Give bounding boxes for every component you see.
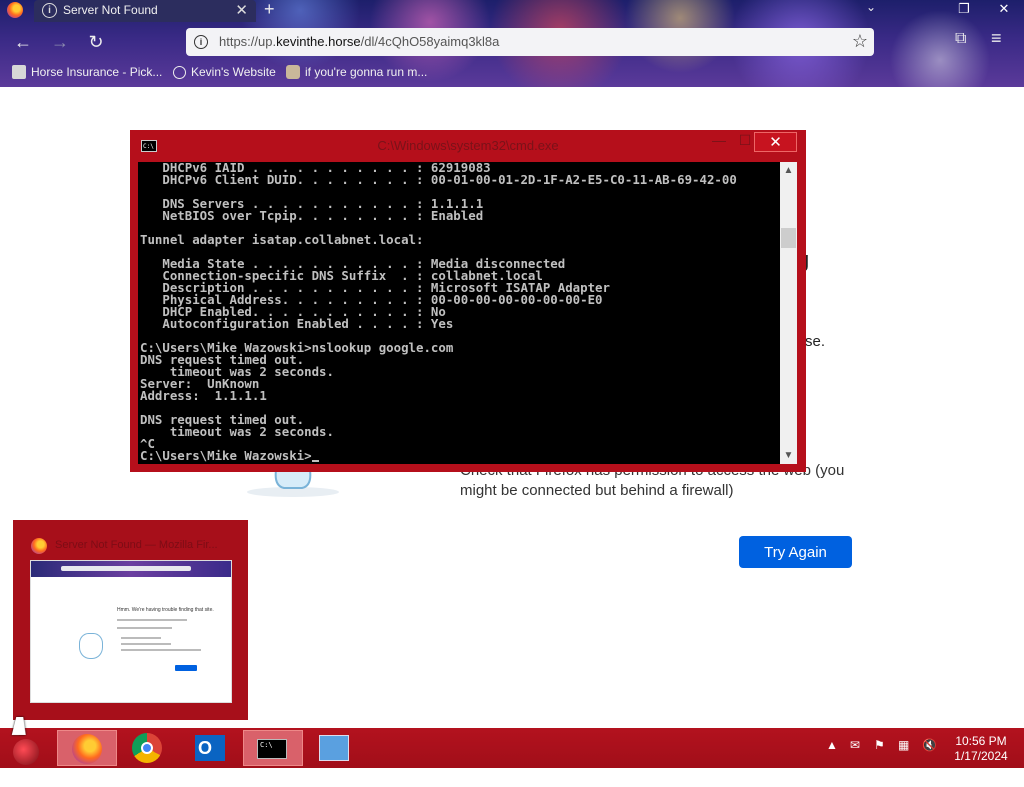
url-text[interactable]: https://up.kevinthe.horse/dl/4cQhO58yaim… — [219, 34, 499, 49]
thumbnail-window-preview[interactable]: Hmm. We're having trouble finding that s… — [30, 560, 232, 703]
cmd-title: C:\Windows\system32\cmd.exe — [377, 138, 559, 153]
navigation-bar: ← → ↻ i https://up.kevinthe.horse/dl/4cQ… — [0, 26, 1024, 60]
error-text-fragment: se. — [805, 333, 826, 350]
taskbar-outlook[interactable]: O✉ — [181, 730, 241, 784]
browser-toolbar: i Server Not Found ✕ + ⌄ ❐ ✕ ← → ↻ i http… — [0, 0, 1024, 87]
window-controls: ❐ ✕ — [904, 0, 1024, 22]
cmd-minimize-button[interactable]: — — [706, 132, 732, 148]
restore-button[interactable]: ❐ — [944, 0, 984, 18]
taskbar-control-panel[interactable] — [305, 730, 365, 766]
cmd-titlebar[interactable]: C:\ C:\Windows\system32\cmd.exe — ☐ ✕ — [130, 130, 806, 162]
bookmark-favicon-icon — [286, 65, 300, 79]
url-path: /dl/4cQhO58yaimq3kl8a — [360, 34, 500, 49]
thumbnail-text-line — [121, 643, 171, 645]
thumbnail-mascot-icon — [79, 633, 103, 659]
show-hidden-icons-icon[interactable]: ▲ — [826, 738, 838, 752]
thumbnail-heading: Hmm. We're having trouble finding that s… — [117, 607, 214, 613]
firefox-logo-icon — [7, 2, 23, 18]
start-button[interactable] — [0, 730, 54, 766]
scroll-thumb[interactable] — [781, 228, 796, 248]
reload-button[interactable]: ↻ — [85, 32, 107, 53]
tab-close-icon[interactable]: ✕ — [235, 1, 248, 19]
network-icon[interactable]: ▦ — [898, 738, 909, 752]
site-info-icon[interactable]: i — [194, 35, 208, 49]
try-again-button[interactable]: Try Again — [739, 536, 852, 568]
bookmarks-toolbar: Horse Insurance - Pick... Kevin's Websit… — [0, 62, 1024, 84]
cmd-close-button[interactable]: ✕ — [754, 132, 797, 152]
thumbnail-text-line — [117, 619, 187, 621]
control-panel-icon — [319, 735, 349, 761]
bookmark-gonna-run[interactable]: if you're gonna run m... — [286, 65, 427, 79]
start-orb-icon — [13, 739, 39, 765]
tab-bar: i Server Not Found ✕ + ⌄ ❐ ✕ — [0, 0, 1024, 22]
tab-server-not-found[interactable]: i Server Not Found ✕ — [34, 0, 256, 22]
window-close-button[interactable]: ✕ — [984, 0, 1024, 18]
tab-title: Server Not Found — [63, 3, 158, 17]
hamburger-menu-icon[interactable]: ≡ — [991, 28, 1002, 49]
globe-icon — [173, 66, 186, 79]
thumbnail-text-line — [121, 649, 201, 651]
taskbar-thumbnail-preview[interactable]: Server Not Found — Mozilla Fir... Hmm. W… — [13, 520, 248, 720]
taskbar-firefox[interactable] — [57, 730, 117, 766]
taskbar: O✉ C:\ ▲ ✉ ⚑ ▦ 🔇 10:56 PM 1/17/2024 — [0, 728, 1024, 784]
thumbnail-title: Server Not Found — Mozilla Fir... — [55, 539, 218, 551]
thumbnail-try-again — [175, 665, 197, 671]
url-host: kevinthe.horse — [276, 34, 361, 49]
thumbnail-text-line — [117, 627, 172, 629]
firefox-icon — [72, 734, 102, 764]
bookmark-kevins-website[interactable]: Kevin's Website — [173, 65, 276, 79]
new-tab-button[interactable]: + — [264, 0, 275, 20]
clock-date: 1/17/2024 — [954, 749, 1008, 763]
console-output[interactable]: DHCPv6 IAID . . . . . . . . . . . : 6291… — [138, 162, 780, 464]
list-all-tabs-button[interactable]: ⌄ — [866, 0, 876, 14]
bookmark-favicon-icon — [12, 65, 26, 79]
bookmark-star-icon[interactable]: ☆ — [852, 31, 868, 52]
cmd-scrollbar[interactable]: ▲ ▼ — [780, 162, 797, 464]
volume-muted-icon[interactable]: 🔇 — [922, 738, 937, 752]
outlook-tray-icon[interactable]: ✉ — [850, 738, 860, 752]
thumbnail-url-bar — [61, 566, 191, 571]
system-clock[interactable]: 10:56 PM 1/17/2024 — [946, 734, 1016, 764]
back-button[interactable]: ← — [12, 32, 34, 53]
forward-button[interactable]: → — [49, 32, 71, 53]
cmd-icon: C:\ — [257, 739, 287, 759]
thumbnail-text-line — [121, 637, 161, 639]
console-text: DHCPv6 IAID . . . . . . . . . . . : 6291… — [140, 162, 737, 463]
action-center-flag-icon[interactable]: ⚑ — [874, 738, 885, 752]
firefox-icon — [31, 538, 47, 554]
url-bar[interactable]: i https://up.kevinthe.horse/dl/4cQhO58ya… — [186, 28, 874, 56]
info-icon: i — [42, 3, 57, 18]
chrome-icon — [132, 733, 162, 763]
error-mascot-icon — [247, 470, 339, 497]
scroll-down-icon[interactable]: ▼ — [780, 447, 797, 464]
bookmark-horse-insurance[interactable]: Horse Insurance - Pick... — [12, 65, 162, 79]
extensions-icon[interactable]: ⧉ — [955, 30, 966, 48]
cmd-window[interactable]: C:\ C:\Windows\system32\cmd.exe — ☐ ✕ DH… — [130, 130, 806, 472]
console-cursor — [311, 460, 319, 462]
taskbar-chrome[interactable] — [118, 730, 178, 766]
taskbar-cmd[interactable]: C:\ — [243, 730, 303, 766]
outlook-icon: O✉ — [195, 735, 225, 784]
clock-time: 10:56 PM — [955, 734, 1007, 748]
scroll-up-icon[interactable]: ▲ — [780, 162, 797, 179]
